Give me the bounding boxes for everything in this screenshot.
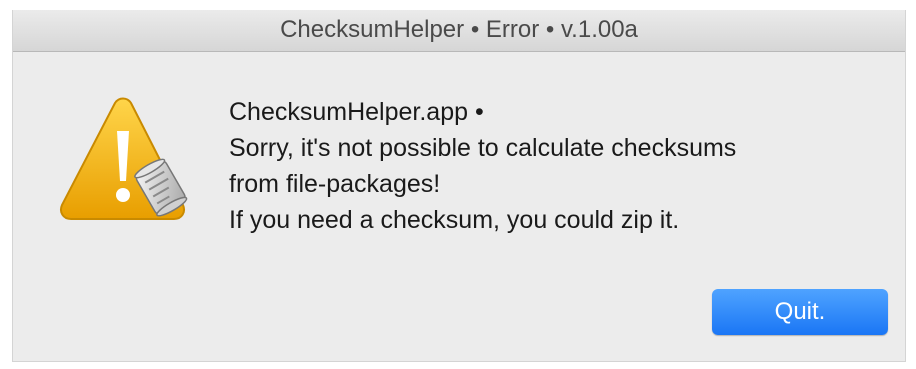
alert-dialog: ChecksumHelper • Error • v.1.00a Checksu… xyxy=(12,10,906,362)
alert-message: ChecksumHelper.app • Sorry, it's not pos… xyxy=(229,94,736,238)
alert-text-line: from file-packages! xyxy=(229,170,441,198)
window-title: ChecksumHelper • Error • v.1.00a xyxy=(13,10,905,52)
alert-text-line: Sorry, it's not possible to calculate ch… xyxy=(229,134,737,162)
alert-text-line: If you need a checksum, you could zip it… xyxy=(229,206,680,234)
warning-icon xyxy=(55,95,190,240)
alert-app-name: ChecksumHelper.app • xyxy=(229,98,484,126)
quit-button[interactable]: Quit. xyxy=(712,289,888,335)
